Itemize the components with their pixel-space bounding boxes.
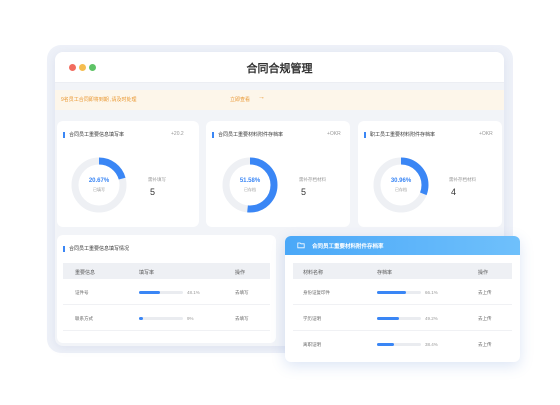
card-title: 职工员工重要材料附件存档率 xyxy=(364,132,435,138)
progress-fill xyxy=(377,291,407,294)
donut-label: 已存档 xyxy=(395,187,407,192)
progress-percent: 9% xyxy=(187,316,194,321)
progress-fill xyxy=(139,291,161,294)
progress-fill xyxy=(377,343,394,346)
table-header: 材料名称 存档率 操作 xyxy=(293,263,512,279)
donut-percent: 20.67% xyxy=(88,178,110,184)
row-name: 证件号 xyxy=(75,290,89,295)
info-fill-rate-card: 合同员工重要信息填写率 +20.2 20.67% 已填写 需补填写 5 xyxy=(57,121,199,227)
progress-bar xyxy=(139,317,183,320)
staff-material-archive-rate-card: 职工员工重要材料附件存档率 +OKR 30.96% 已存档 需补存档材料 4 xyxy=(358,121,502,227)
column-header: 材料名称 xyxy=(303,270,324,276)
table-header: 重要信息 填写率 操作 xyxy=(63,263,270,279)
table-row: 身份证复印件 66.1% 去上传 xyxy=(293,279,512,305)
progress-percent: 48.1% xyxy=(187,290,200,295)
popup-header: 合同员工重要材料附件存档率 xyxy=(285,236,520,255)
progress-bar xyxy=(377,343,421,346)
row-name: 身份证复印件 xyxy=(303,290,330,295)
info-fill-table-card: 合同员工重要信息填写情况 重要信息 填写率 操作 证件号 48.1% 去填写 联… xyxy=(57,235,276,343)
notice-text: 9名员工合同即将到期 ,请及时处理 xyxy=(61,97,137,103)
row-name: 离职证明 xyxy=(303,342,321,347)
upload-action-link[interactable]: 去上传 xyxy=(478,342,492,348)
donut-chart: 20.67% 已填写 xyxy=(70,156,128,214)
card-title: 合同员工重要材料附件存档率 xyxy=(212,132,283,138)
fill-action-link[interactable]: 去填写 xyxy=(235,316,249,322)
progress-bar xyxy=(377,317,421,320)
donut-percent: 51.58% xyxy=(239,178,261,184)
table-row: 联系方式 9% 去填写 xyxy=(63,305,270,331)
progress-percent: 38.4% xyxy=(425,342,438,347)
stat-value: 5 xyxy=(301,187,307,197)
column-header: 存档率 xyxy=(377,270,393,276)
material-archive-rate-card: 合同员工重要材料附件存档率 +OKR 51.58% 已存档 需补存档材料 5 xyxy=(206,121,350,227)
stat-value: 5 xyxy=(150,187,156,197)
progress-percent: 49.2% xyxy=(425,316,438,321)
window-title: 合同合规管理 xyxy=(246,63,313,75)
upload-action-link[interactable]: 去上传 xyxy=(478,290,492,296)
stat-label: 需补存档材料 xyxy=(299,177,326,182)
progress-percent: 66.1% xyxy=(425,290,438,295)
stat-label: 需补填写 xyxy=(148,177,166,182)
column-header: 操作 xyxy=(235,270,246,276)
card-tag: +OKR xyxy=(327,131,341,137)
stat-label: 需补存档材料 xyxy=(449,177,476,182)
progress-fill xyxy=(377,317,399,320)
table-row: 离职证明 38.4% 去上传 xyxy=(293,331,512,357)
folder-icon xyxy=(297,242,305,249)
column-header: 操作 xyxy=(478,270,489,276)
archive-rate-popup: 合同员工重要材料附件存档率 材料名称 存档率 操作 身份证复印件 66.1% 去… xyxy=(285,236,520,362)
card-title: 合同员工重要信息填写率 xyxy=(63,132,124,138)
progress-fill xyxy=(139,317,143,320)
donut-percent: 30.96% xyxy=(390,178,412,184)
row-name: 学历证明 xyxy=(303,316,321,321)
card-tag: +OKR xyxy=(479,131,493,137)
notice-view-link[interactable]: 立即查看 xyxy=(230,96,250,103)
title-bar: 合同合规管理 xyxy=(55,52,504,83)
table-row: 学历证明 49.2% 去上传 xyxy=(293,305,512,331)
table-row: 证件号 48.1% 去填写 xyxy=(63,279,270,305)
row-name: 联系方式 xyxy=(75,316,93,321)
card-tag: +20.2 xyxy=(171,131,184,137)
donut-chart: 51.58% 已存档 xyxy=(221,156,279,214)
progress-bar xyxy=(139,291,183,294)
stat-value: 4 xyxy=(451,187,457,197)
card-title: 合同员工重要信息填写情况 xyxy=(63,246,129,252)
column-header: 重要信息 xyxy=(75,270,96,276)
popup-title: 合同员工重要材料附件存档率 xyxy=(312,244,384,250)
column-header: 填写率 xyxy=(139,270,155,276)
donut-label: 已存档 xyxy=(244,187,256,192)
donut-chart: 30.96% 已存档 xyxy=(372,156,430,214)
upload-action-link[interactable]: 去上传 xyxy=(478,316,492,322)
progress-bar xyxy=(377,291,421,294)
expiry-notice-bar: 9名员工合同即将到期 ,请及时处理 立即查看 → xyxy=(55,90,504,110)
arrow-right-icon[interactable]: → xyxy=(258,94,265,101)
fill-action-link[interactable]: 去填写 xyxy=(235,290,249,296)
donut-label: 已填写 xyxy=(93,187,105,192)
